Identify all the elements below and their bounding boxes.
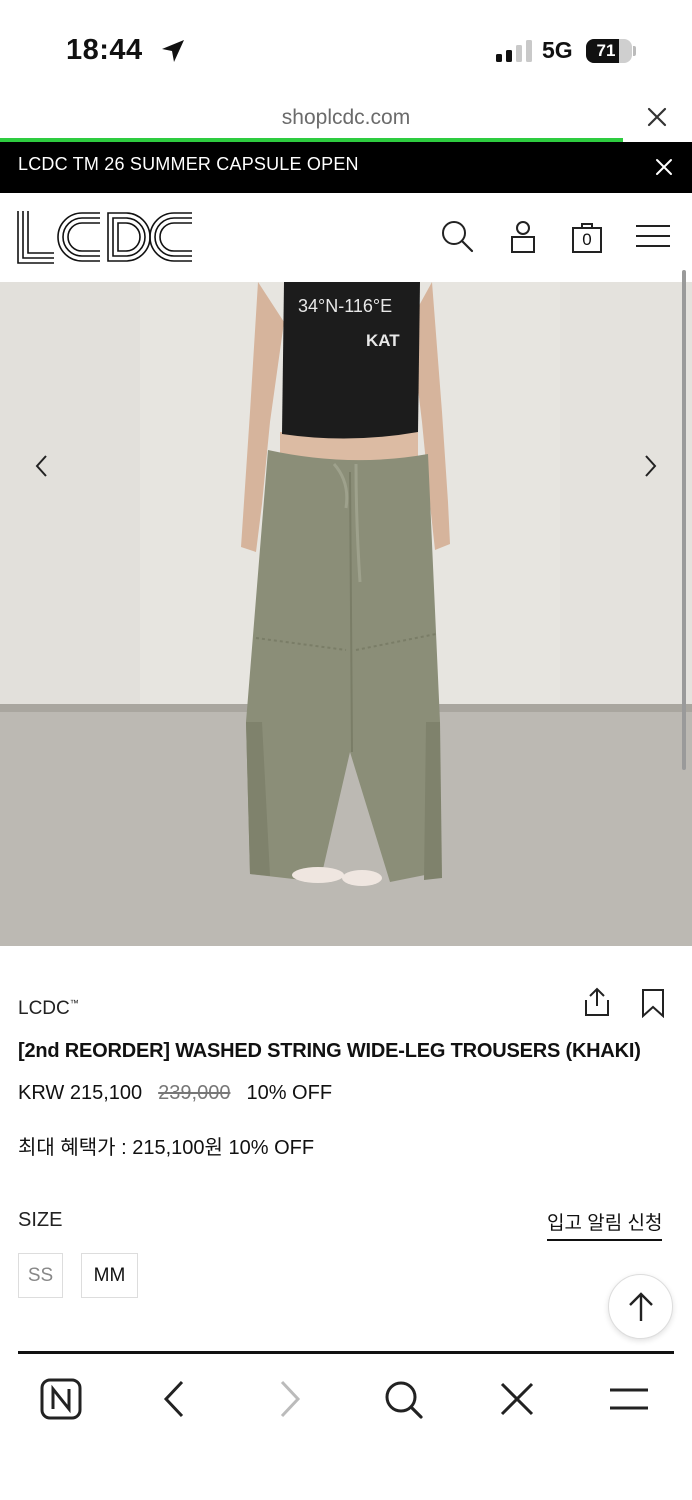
menu-icon[interactable] [606, 1376, 652, 1422]
close-icon[interactable] [646, 106, 668, 128]
next-image-arrow-icon[interactable] [640, 452, 660, 480]
browser-url-bar[interactable]: shoplcdc.com [0, 96, 692, 140]
product-title: [2nd REORDER] WASHED STRING WIDE-LEG TRO… [18, 1040, 641, 1062]
product-image[interactable]: 34°N-116°E KAT [0, 282, 692, 946]
max-benefit-price: 최대 혜택가 : 215,100원 10% OFF [18, 1137, 315, 1159]
price-row: KRW 215,100 239,000 10% OFF [18, 1082, 332, 1105]
discount-badge: 10% OFF [246, 1082, 333, 1104]
menu-icon[interactable] [634, 219, 672, 253]
announcement-banner[interactable]: LCDC TM 26 SUMMER CAPSULE OPEN [0, 142, 692, 193]
forward-icon[interactable] [266, 1376, 312, 1422]
size-option-ss[interactable]: SS [18, 1253, 63, 1298]
status-bar: 18:44 5G 71 [0, 0, 692, 96]
cart-button[interactable]: 0 [570, 219, 604, 253]
toolbar-divider [18, 1351, 674, 1354]
size-label: SIZE [18, 1209, 63, 1231]
brand-text[interactable]: LCDC [18, 998, 70, 1019]
search-icon[interactable] [380, 1376, 426, 1422]
bookmark-icon[interactable] [640, 988, 666, 1018]
shirt-print-coordinates: 34°N-116°E [298, 296, 392, 316]
account-icon[interactable] [506, 219, 540, 253]
cart-count: 0 [582, 230, 592, 249]
brand-name[interactable]: LCDC™ [18, 998, 79, 1020]
original-price: 239,000 [158, 1082, 231, 1104]
arrow-up-icon [629, 1292, 653, 1321]
page-scrollbar[interactable] [682, 270, 686, 770]
browser-toolbar [0, 1356, 692, 1500]
lcdc-logo[interactable] [16, 209, 194, 265]
trademark-mark: ™ [69, 998, 79, 1008]
product-photo: 34°N-116°E KAT [0, 282, 692, 946]
status-time: 18:44 [66, 34, 143, 66]
battery-nub [633, 46, 636, 56]
url-text[interactable]: shoplcdc.com [0, 106, 692, 130]
search-icon[interactable] [440, 219, 474, 253]
naver-home-icon[interactable] [38, 1376, 84, 1422]
back-icon[interactable] [152, 1376, 198, 1422]
location-arrow-icon [162, 40, 184, 62]
prev-image-arrow-icon[interactable] [32, 452, 52, 480]
size-option-mm[interactable]: MM [81, 1253, 138, 1298]
network-type: 5G [542, 37, 573, 63]
battery-icon: 71 [586, 39, 632, 63]
battery-percent: 71 [596, 41, 616, 60]
close-icon[interactable] [655, 158, 673, 176]
restock-notify-link[interactable]: 입고 알림 신청 [547, 1208, 663, 1241]
shirt-print-kat: KAT [366, 331, 400, 350]
close-icon[interactable] [494, 1376, 540, 1422]
sale-price: KRW 215,100 [18, 1082, 143, 1104]
site-header: 0 [0, 193, 692, 282]
announcement-text[interactable]: LCDC TM 26 SUMMER CAPSULE OPEN [18, 154, 359, 175]
signal-icon [496, 40, 532, 62]
share-icon[interactable] [582, 986, 612, 1018]
scroll-to-top-button[interactable] [608, 1274, 673, 1339]
